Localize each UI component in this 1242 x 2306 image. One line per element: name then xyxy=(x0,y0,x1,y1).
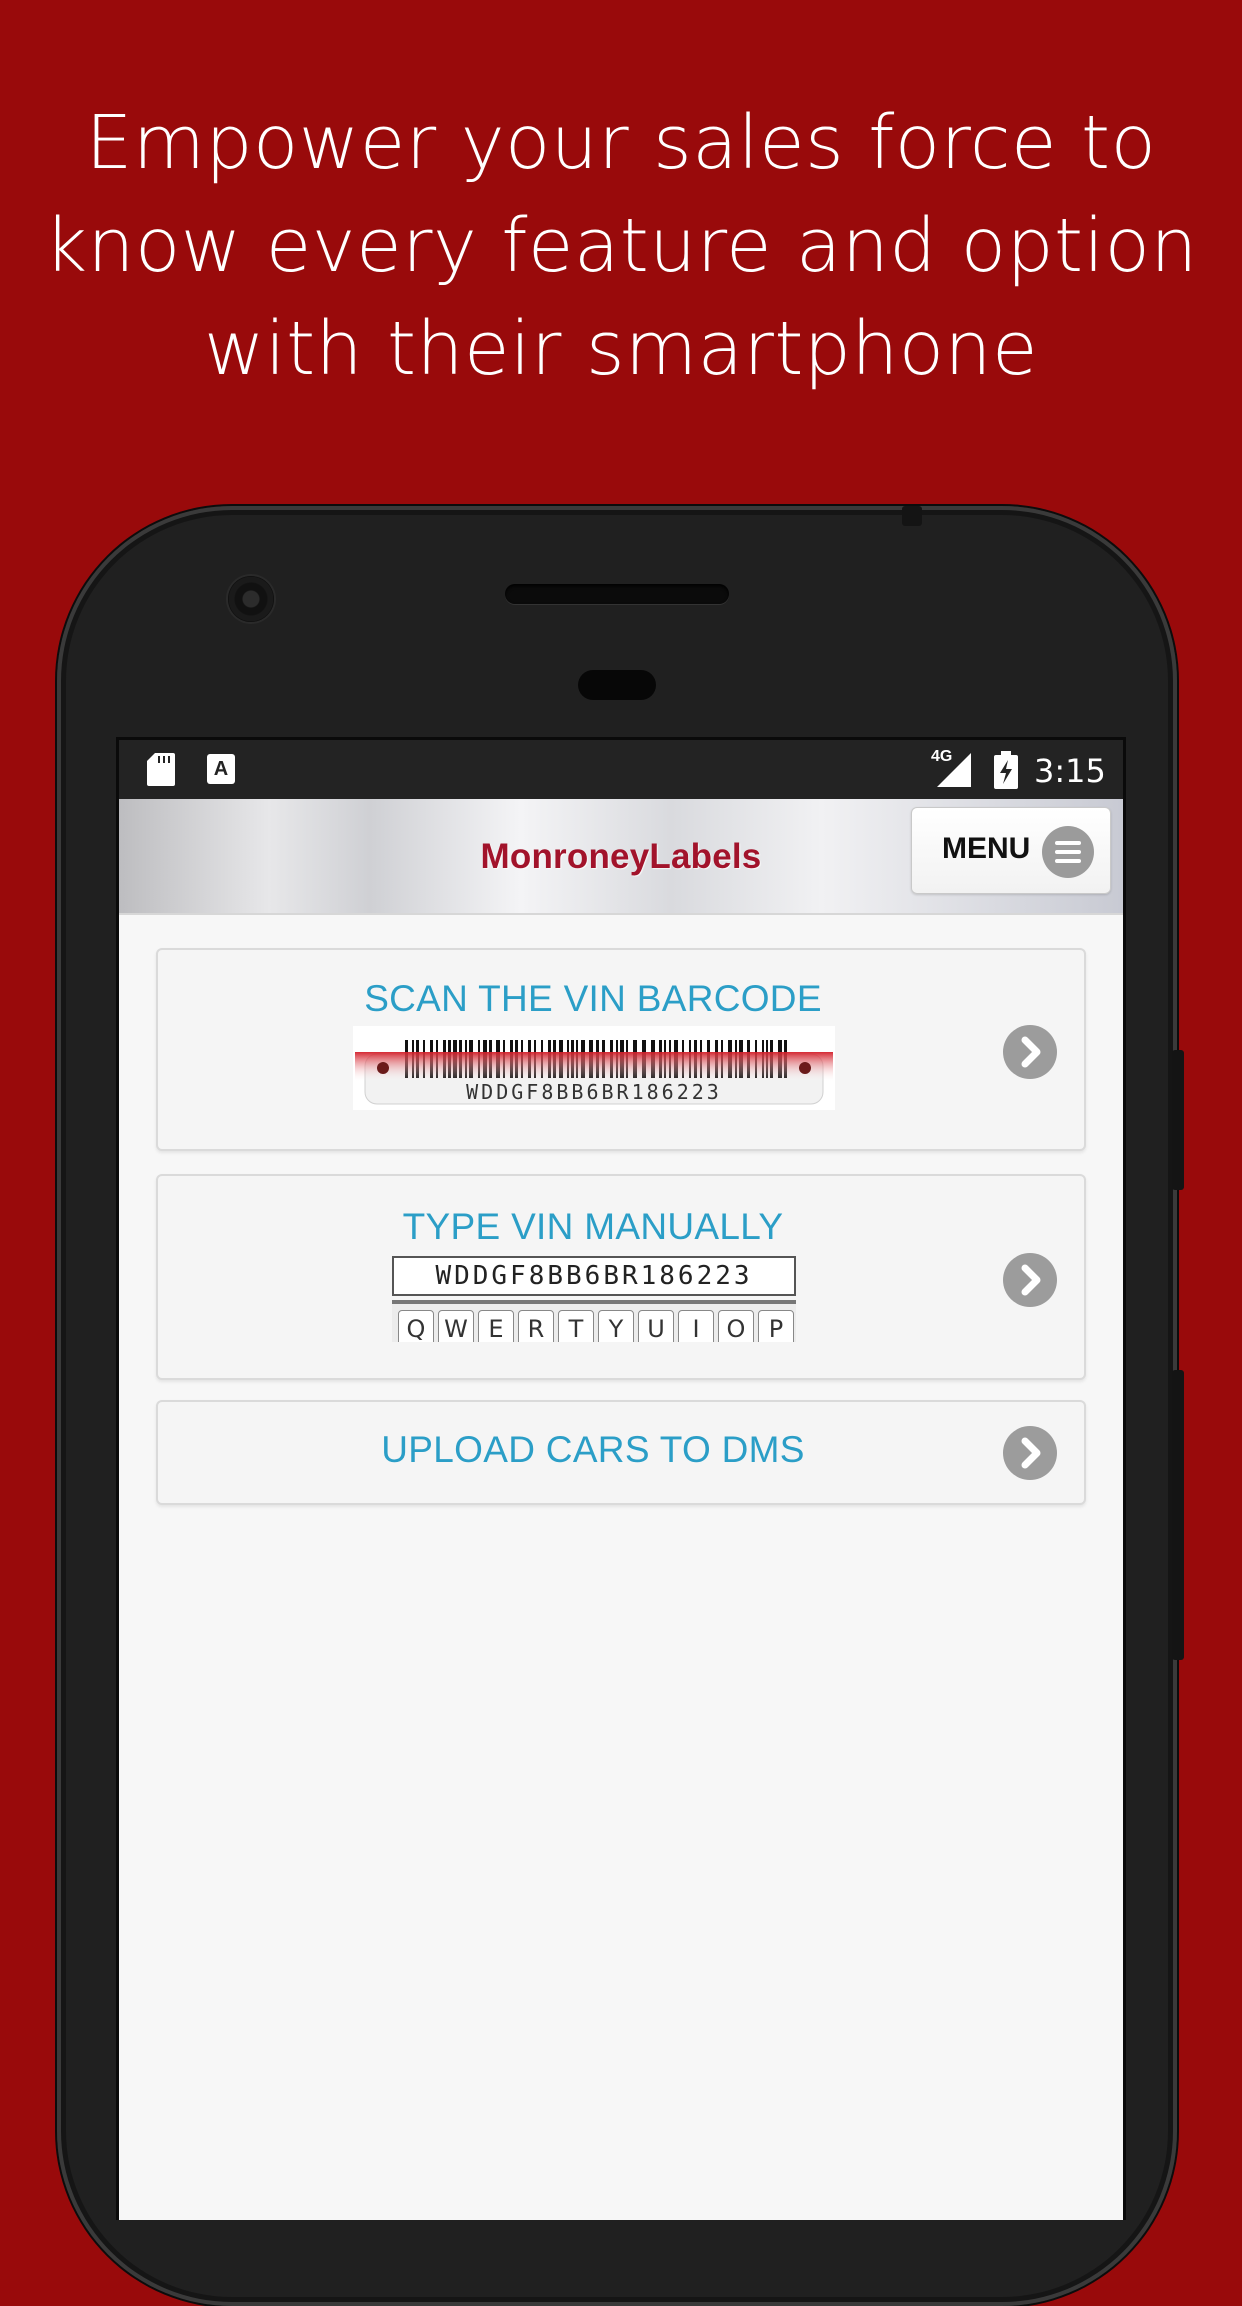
option-label: TYPE VIN MANUALLY xyxy=(402,1206,784,1247)
phone-volume-button xyxy=(1172,1370,1184,1660)
keyboard-key: Q xyxy=(398,1310,434,1342)
battery-charging-icon xyxy=(994,751,1018,789)
promo-headline: Empower your sales force to know every f… xyxy=(0,92,1242,401)
keyboard-key: U xyxy=(638,1310,674,1342)
phone-top-button xyxy=(902,506,922,526)
promo-line-2: know every feature and option xyxy=(44,203,1198,289)
chevron-right-icon xyxy=(1003,1426,1057,1480)
app-header: MonroneyLabels MENU xyxy=(119,799,1123,915)
keyboard-key: P xyxy=(758,1310,794,1342)
keyboard-key: T xyxy=(558,1310,594,1342)
sd-card-icon xyxy=(147,753,175,786)
option-label: SCAN THE VIN BARCODE xyxy=(364,978,822,1019)
signal-icon xyxy=(937,753,971,787)
clock: 3:15 xyxy=(1034,752,1106,790)
scan-vin-barcode-option[interactable]: SCAN THE VIN BARCODE WDDGF8BB6BR186223 xyxy=(156,948,1086,1151)
earpiece-speaker xyxy=(505,584,729,604)
phone-power-button xyxy=(1172,1050,1184,1190)
promo-line-1: Empower your sales force to xyxy=(85,100,1157,186)
keyboard-key: Y xyxy=(598,1310,634,1342)
proximity-sensor xyxy=(578,670,656,700)
hamburger-icon xyxy=(1042,826,1094,878)
phone-screen: A 4G 3:15 MonroneyLabels MENU SCAN THE V… xyxy=(116,737,1126,2220)
menu-button[interactable]: MENU xyxy=(911,807,1111,894)
chevron-right-icon xyxy=(1003,1025,1057,1079)
option-label: UPLOAD CARS TO DMS xyxy=(381,1429,805,1470)
keyboard-key: W xyxy=(438,1310,474,1342)
status-bar: A 4G 3:15 xyxy=(119,740,1123,799)
barcode-illustration: WDDGF8BB6BR186223 xyxy=(353,1026,835,1110)
front-camera xyxy=(228,576,274,622)
vin-field-illustration: WDDGF8BB6BR186223 xyxy=(392,1256,796,1296)
promo-line-3: with their smartphone xyxy=(204,306,1038,392)
keyboard-illustration: QWERTYUIOP xyxy=(392,1300,796,1342)
barcode-icon: WDDGF8BB6BR186223 xyxy=(355,1040,833,1105)
chevron-right-icon xyxy=(1003,1253,1057,1307)
keyboard-a-icon: A xyxy=(207,754,235,784)
keyboard-key: R xyxy=(518,1310,554,1342)
menu-label: MENU xyxy=(942,832,1031,865)
keyboard-key: E xyxy=(478,1310,514,1342)
upload-cars-to-dms-option[interactable]: UPLOAD CARS TO DMS xyxy=(156,1400,1086,1505)
barcode-vin-text: WDDGF8BB6BR186223 xyxy=(466,1080,722,1104)
keyboard-key: O xyxy=(718,1310,754,1342)
keyboard-key: I xyxy=(678,1310,714,1342)
type-vin-manually-option[interactable]: TYPE VIN MANUALLY WDDGF8BB6BR186223 QWER… xyxy=(156,1174,1086,1380)
